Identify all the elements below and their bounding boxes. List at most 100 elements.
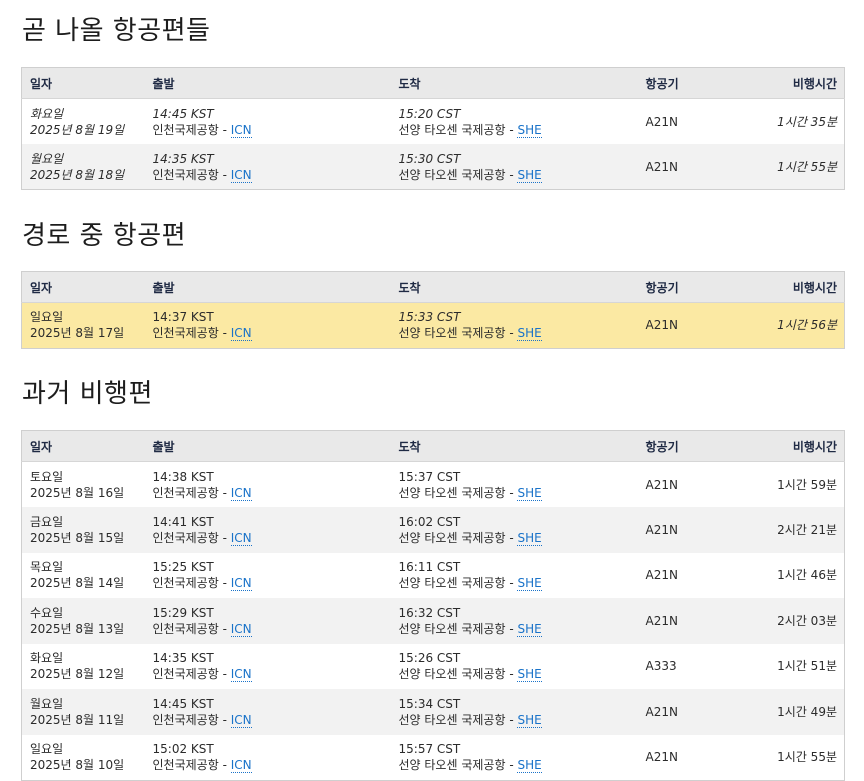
- separator: -: [505, 712, 518, 727]
- destination-airport-code-link[interactable]: SHE: [517, 122, 542, 138]
- header-arrival: 도착: [398, 280, 421, 295]
- past-section-title: 과거 비행편: [22, 379, 153, 409]
- date-cell: 월요일 2025년 8월 18일: [22, 144, 145, 190]
- weekday: 화요일: [30, 651, 64, 666]
- date-cell: 화요일 2025년 8월 19일: [22, 99, 145, 145]
- origin-airport-code-link[interactable]: ICN: [230, 758, 252, 773]
- origin-airport-code-link[interactable]: ICN: [230, 530, 252, 546]
- destination-airport-name: 선양 타오센 국제공항: [398, 122, 506, 137]
- header-departure: 출발: [152, 76, 175, 91]
- separator: -: [505, 122, 518, 137]
- destination-airport: 선양 타오센 국제공항 - SHE: [399, 712, 638, 728]
- departure-time: 15:29 KST: [152, 605, 214, 620]
- origin-airport-code-link[interactable]: ICN: [230, 667, 252, 683]
- duration-cell: 1시간 46분: [777, 568, 837, 583]
- separator: -: [218, 122, 231, 137]
- origin-airport-name: 인천국제공항: [152, 576, 219, 591]
- table-row: 월요일 2025년 8월 18일 14:35 KST 인천국제공항 - ICN 15:3…: [21, 144, 845, 190]
- destination-airport-code-link[interactable]: SHE: [517, 485, 542, 501]
- origin-airport: 인천국제공항 - ICN: [153, 485, 391, 501]
- header-date: 일자: [30, 280, 53, 295]
- arrival-cell: 15:20 CST 선양 타오센 국제공항 - SHE: [391, 99, 638, 145]
- departure-time: 14:41 KST: [152, 514, 214, 529]
- header-departure: 출발: [152, 280, 175, 295]
- separator: -: [218, 758, 231, 772]
- upcoming-rows: 화요일 2025년 8월 19일 14:45 KST 인천국제공항 - ICN 15:2…: [21, 99, 845, 190]
- arrival-time: 16:02 CST: [398, 514, 461, 529]
- weekday: 수요일: [30, 605, 64, 620]
- weekday: 일요일: [30, 310, 64, 325]
- past-flights-table: 일자 출발 도착 항공기 비행시간 토요일 2025년 8월 16일 14:38 K…: [21, 430, 845, 781]
- flight-date: 2025년 8월 17일: [30, 326, 125, 341]
- arrival-cell: 16:02 CST 선양 타오센 국제공항 - SHE: [391, 507, 638, 553]
- destination-airport-code-link[interactable]: SHE: [517, 167, 542, 183]
- duration-cell: 1시간 56분: [777, 318, 837, 333]
- origin-airport-code-link[interactable]: ICN: [230, 167, 252, 183]
- origin-airport-code-link[interactable]: ICN: [230, 712, 252, 728]
- duration-cell: 1시간 51분: [777, 659, 837, 674]
- arrival-time: 15:37 CST: [398, 469, 461, 484]
- destination-airport: 선양 타오센 국제공항 - SHE: [399, 666, 638, 683]
- table-row: 화요일 2025년 8월 12일 14:35 KST 인천국제공항 - ICN 15:2…: [22, 644, 845, 690]
- destination-airport-code-link[interactable]: SHE: [517, 621, 542, 637]
- destination-airport: 선양 타오센 국제공항 - SHE: [399, 167, 638, 183]
- origin-airport-name: 인천국제공항: [152, 326, 219, 341]
- table-header-row: 일자 출발 도착 항공기 비행시간: [21, 430, 845, 462]
- date-cell: 화요일 2025년 8월 12일: [22, 644, 145, 690]
- arrival-cell: 15:26 CST 선양 타오센 국제공항 - SHE: [391, 644, 638, 690]
- destination-airport: 선양 타오센 국제공항 - SHE: [399, 575, 638, 592]
- arrival-cell: 15:30 CST 선양 타오센 국제공항 - SHE: [391, 144, 638, 190]
- flight-date: 2025년 8월 18일: [30, 167, 125, 182]
- destination-airport-code-link[interactable]: SHE: [517, 530, 542, 546]
- arrival-time: 16:32 CST: [398, 605, 461, 620]
- separator: -: [218, 712, 231, 727]
- arrival-time: 15:57 CST: [398, 742, 461, 756]
- duration-cell: 1시간 55분: [777, 159, 837, 174]
- separator: -: [218, 167, 231, 182]
- destination-airport-code-link[interactable]: SHE: [517, 712, 542, 728]
- weekday: 일요일: [30, 742, 64, 756]
- origin-airport-code-link[interactable]: ICN: [230, 122, 252, 138]
- separator: -: [505, 326, 518, 341]
- en-route-rows: 일요일 2025년 8월 17일 14:37 KST 인천국제공항 - ICN 15:3…: [21, 302, 845, 349]
- weekday: 월요일: [30, 151, 64, 166]
- origin-airport-code-link[interactable]: ICN: [230, 485, 252, 501]
- departure-time: 14:35 KST: [152, 151, 214, 166]
- destination-airport-code-link[interactable]: SHE: [517, 576, 542, 592]
- destination-airport-code-link[interactable]: SHE: [517, 326, 542, 342]
- arrival-cell: 15:37 CST 선양 타오센 국제공항 - SHE: [391, 462, 638, 508]
- date-cell: 일요일 2025년 8월 17일: [22, 303, 145, 349]
- past-rows: 토요일 2025년 8월 16일 14:38 KST 인천국제공항 - ICN 15:3…: [21, 462, 845, 781]
- destination-airport-code-link[interactable]: SHE: [517, 758, 542, 773]
- destination-airport: 선양 타오센 국제공항 - SHE: [399, 485, 638, 501]
- origin-airport-name: 인천국제공항: [152, 758, 219, 772]
- date-cell: 금요일 2025년 8월 15일: [22, 507, 145, 553]
- origin-airport-code-link[interactable]: ICN: [230, 621, 252, 637]
- table-row: 일요일 2025년 8월 10일 15:02 KST 인천국제공항 - ICN 15:5…: [22, 735, 845, 781]
- destination-airport: 선양 타오센 국제공항 - SHE: [399, 530, 638, 546]
- departure-time: 15:25 KST: [152, 560, 214, 575]
- separator: -: [505, 758, 518, 772]
- weekday: 화요일: [30, 106, 64, 121]
- departure-cell: 14:41 KST 인천국제공항 - ICN: [145, 507, 391, 553]
- separator: -: [505, 485, 518, 500]
- departure-time: 14:37 KST: [152, 310, 214, 325]
- header-duration: 비행시간: [792, 76, 837, 91]
- separator: -: [218, 326, 231, 341]
- table-row: 금요일 2025년 8월 15일 14:41 KST 인천국제공항 - ICN 16:0…: [21, 507, 845, 553]
- table-row: 토요일 2025년 8월 16일 14:38 KST 인천국제공항 - ICN 15:3…: [22, 462, 845, 508]
- origin-airport-code-link[interactable]: ICN: [230, 576, 252, 592]
- departure-cell: 14:45 KST 인천국제공항 - ICN: [145, 689, 391, 735]
- separator: -: [218, 667, 231, 682]
- duration-cell: 2시간 21분: [777, 522, 837, 537]
- destination-airport-code-link[interactable]: SHE: [517, 667, 542, 683]
- departure-cell: 14:38 KST 인천국제공항 - ICN: [145, 462, 391, 508]
- separator: -: [218, 530, 231, 545]
- origin-airport-code-link[interactable]: ICN: [230, 326, 252, 342]
- origin-airport: 인천국제공항 - ICN: [153, 712, 391, 728]
- date-cell: 수요일 2025년 8월 13일: [22, 598, 145, 644]
- departure-time: 14:35 KST: [152, 651, 214, 666]
- flight-date: 2025년 8월 14일: [30, 576, 125, 591]
- destination-airport-name: 선양 타오센 국제공항: [398, 326, 506, 341]
- date-cell: 일요일 2025년 8월 10일: [22, 735, 145, 781]
